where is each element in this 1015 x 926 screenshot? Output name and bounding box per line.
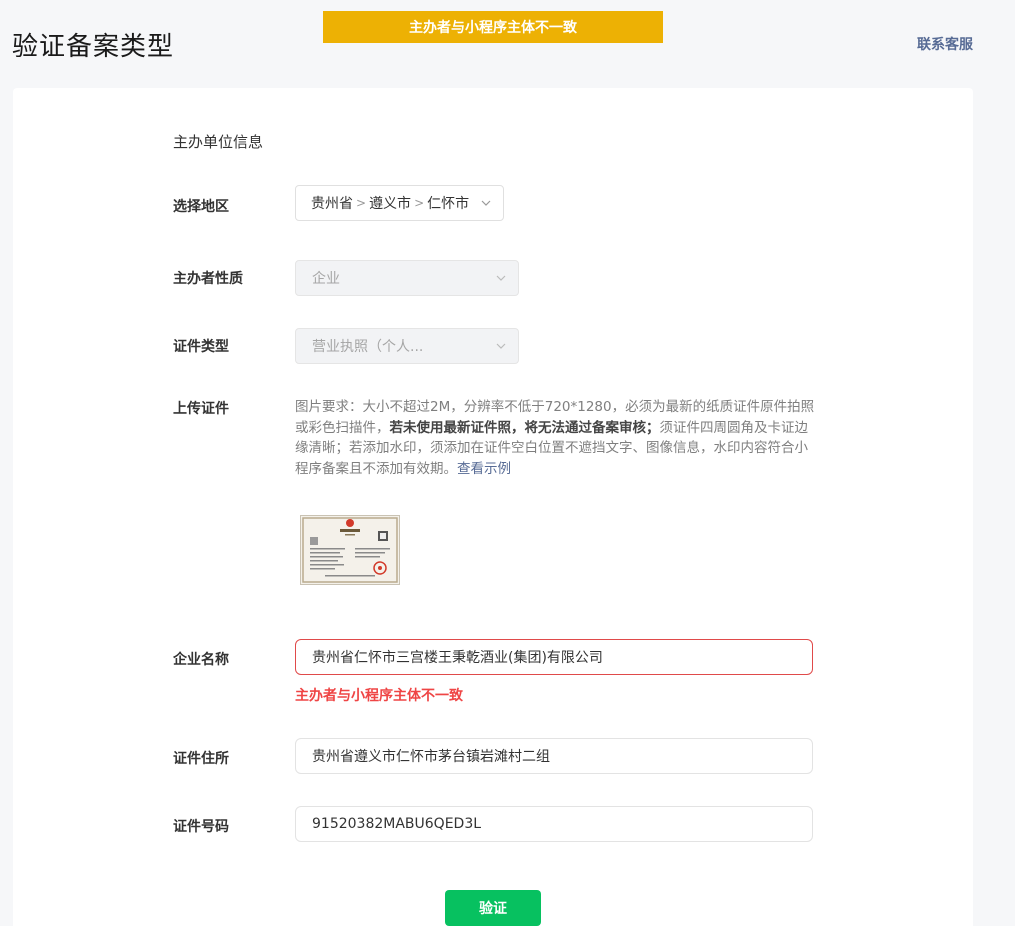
view-example-link[interactable]: 查看示例 — [457, 461, 511, 477]
cert-number-input[interactable] — [295, 806, 813, 842]
organizer-type-label: 主办者性质 — [173, 271, 243, 287]
certificate-type-label: 证件类型 — [173, 339, 229, 355]
region-city: 遵义市 — [369, 196, 412, 212]
region-separator: > — [414, 196, 425, 210]
company-name-label: 企业名称 — [173, 652, 229, 668]
organizer-type-select: 企业 — [295, 260, 519, 296]
verify-button[interactable]: 验证 — [445, 890, 541, 926]
company-name-error: 主办者与小程序主体不一致 — [295, 688, 463, 704]
upload-desc-warning: 若未使用最新证件照，将无法通过备案审核； — [389, 419, 660, 436]
address-input[interactable] — [295, 738, 813, 774]
upload-requirements: 图片要求：大小不超过2M，分辨率不低于720*1280，必须为最新的纸质证件原件… — [295, 397, 817, 479]
page-title: 验证备案类型 — [12, 32, 175, 62]
region-county: 仁怀市 — [427, 196, 470, 212]
form-card: 主办单位信息 选择地区 贵州省 > 遵义市 > 仁怀市 主办者性质 企业 证件类… — [13, 88, 973, 926]
business-license-thumbnail[interactable] — [300, 515, 400, 585]
region-separator: > — [356, 196, 367, 210]
company-name-input[interactable] — [295, 639, 813, 675]
organizer-type-value: 企业 — [312, 271, 340, 287]
contact-service-link[interactable]: 联系客服 — [917, 34, 973, 54]
region-province: 贵州省 — [311, 196, 353, 212]
chevron-down-icon — [495, 272, 507, 284]
certificate-type-value: 营业执照（个人... — [312, 339, 424, 355]
section-title: 主办单位信息 — [173, 133, 264, 151]
certificate-type-select: 营业执照（个人... — [295, 328, 519, 364]
chevron-down-icon — [480, 197, 492, 209]
address-label: 证件住所 — [173, 751, 229, 767]
region-select[interactable]: 贵州省 > 遵义市 > 仁怀市 — [295, 185, 504, 221]
cert-number-label: 证件号码 — [173, 819, 229, 835]
chevron-down-icon — [495, 340, 507, 352]
top-alert-banner: 主办者与小程序主体不一致 — [323, 11, 663, 43]
upload-label: 上传证件 — [173, 401, 229, 417]
region-label: 选择地区 — [173, 199, 229, 215]
business-license-image-icon — [300, 515, 400, 585]
